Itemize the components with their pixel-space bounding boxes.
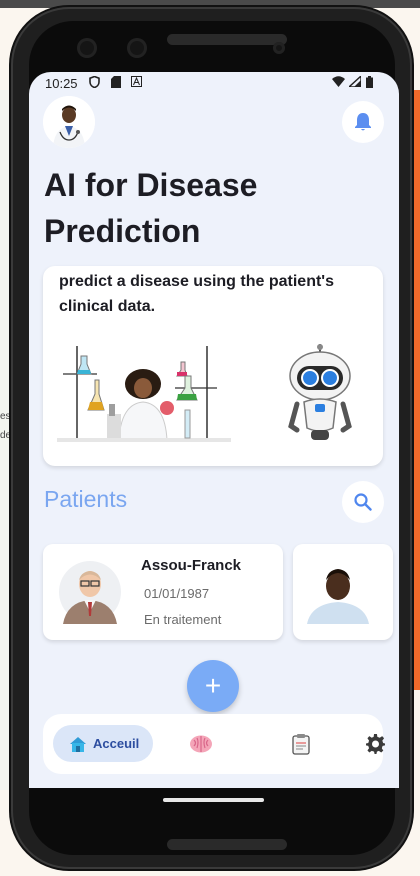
doctor-illustration	[43, 96, 95, 148]
nav-item-prediction[interactable]	[188, 731, 214, 757]
patient-card[interactable]	[293, 544, 393, 640]
front-sensor	[127, 38, 147, 58]
patient-photo	[305, 560, 371, 624]
gesture-home-bar[interactable]	[163, 798, 264, 802]
notification-button[interactable]	[342, 101, 384, 143]
patient-birth-date: 01/01/1987	[144, 586, 210, 601]
page-title: AI for Disease Prediction	[44, 167, 258, 249]
brain-icon	[190, 735, 212, 753]
status-bar: 10:25	[29, 72, 399, 94]
add-patient-button[interactable]: +	[187, 660, 239, 712]
patient-name: Assou-Franck	[141, 557, 242, 574]
proximity-sensor	[273, 42, 285, 54]
clipboard-icon	[292, 734, 310, 755]
font-a-icon	[131, 76, 142, 90]
app-screen: 10:25 AI for Disease Prediction predict …	[29, 72, 399, 788]
home-icon	[70, 736, 86, 752]
host-window-text-fragment: de	[0, 430, 12, 441]
patients-search-button[interactable]	[342, 481, 384, 523]
settings-gear-icon	[366, 734, 385, 754]
bell-icon	[355, 113, 371, 131]
patient-card[interactable]: Assou-Franck 01/01/1987 En traitement	[43, 544, 283, 640]
front-camera	[77, 38, 97, 58]
nav-item-label: Acceuil	[93, 736, 140, 751]
patient-status: En traitement	[144, 612, 222, 627]
signal-icon	[347, 74, 362, 90]
wifi-icon	[332, 76, 345, 90]
nav-item-home[interactable]: Acceuil	[53, 725, 153, 762]
shield-icon	[89, 75, 100, 91]
lab-scientist-illustration	[57, 346, 231, 442]
search-icon	[354, 493, 372, 511]
status-time: 10:25	[45, 76, 78, 91]
patients-section-title: Patients	[44, 486, 128, 512]
bottom-navigation: Acceuil	[43, 714, 385, 774]
nav-item-settings[interactable]	[363, 731, 389, 757]
intro-card-text: predict a disease using the patient's cl…	[59, 273, 334, 315]
robot-illustration	[288, 344, 352, 440]
plus-icon: +	[204, 670, 222, 701]
sim-card-icon	[111, 76, 121, 91]
doctor-avatar[interactable]	[43, 96, 95, 148]
battery-icon	[366, 76, 373, 91]
patient-photo	[59, 561, 121, 624]
top-speaker	[167, 34, 287, 45]
intro-card: predict a disease using the patient's cl…	[43, 266, 383, 466]
bottom-speaker	[167, 839, 287, 850]
nav-item-records[interactable]	[288, 731, 314, 757]
